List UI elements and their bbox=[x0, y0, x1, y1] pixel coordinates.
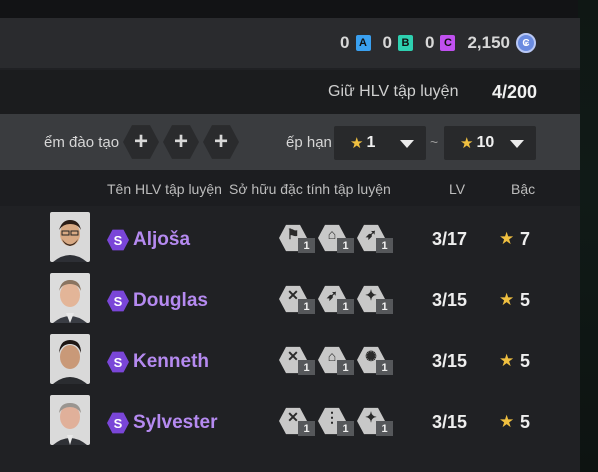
coach-level: 3/15 bbox=[432, 412, 468, 432]
trait-level: 1 bbox=[298, 238, 315, 253]
star-icon: ★ bbox=[350, 135, 364, 152]
special-badge-icon: S bbox=[107, 290, 129, 312]
avatar bbox=[50, 334, 90, 384]
boot-icon: ⚑ 1 bbox=[279, 224, 317, 254]
currency-c-value: 0 bbox=[424, 33, 435, 52]
table-header: Tên HLV tập luyện Sở hữu đặc tính tập lu… bbox=[0, 170, 580, 206]
coach-grade: 5 bbox=[520, 290, 531, 310]
special-badge-icon: S bbox=[107, 351, 129, 373]
star-icon: ★ bbox=[499, 229, 515, 248]
star-icon: ★ bbox=[499, 351, 515, 370]
currency-b-icon: B bbox=[397, 35, 413, 51]
header-grade: Bậc bbox=[511, 181, 536, 197]
star-icon: ★ bbox=[499, 412, 515, 431]
currency-c: 0 C bbox=[424, 33, 456, 53]
currency-b: 0 B bbox=[383, 33, 413, 53]
trait-level: 1 bbox=[376, 238, 393, 253]
background-edge bbox=[578, 0, 598, 472]
header-lv: LV bbox=[449, 181, 466, 197]
ball-icon: ✺ 1 bbox=[357, 346, 395, 376]
add-slot-1-button[interactable]: + bbox=[123, 125, 159, 159]
points: 2,150 ₢ bbox=[467, 33, 536, 53]
dribble-icon: ✕ 1 bbox=[279, 407, 317, 437]
range-separator: ~ bbox=[430, 134, 439, 150]
keep-coaches-count: 4/200 bbox=[492, 82, 538, 102]
special-badge-icon: S bbox=[107, 412, 129, 434]
rank-max-dropdown[interactable]: ★ 10 bbox=[444, 126, 536, 160]
kick-icon: ➶ 1 bbox=[318, 285, 356, 315]
coach-row[interactable]: S Aljoša ⚑ 1 ⌂ 1 ➶ 1 3/17 ★ 7 bbox=[0, 209, 580, 265]
chevron-down-icon bbox=[400, 140, 414, 148]
currency-a-value: 0 bbox=[340, 33, 350, 52]
trait-level: 1 bbox=[298, 421, 315, 436]
coach-name: Sylvester bbox=[133, 412, 218, 433]
rank-label: ếp hạn bbox=[286, 134, 332, 151]
coach-row[interactable]: S Douglas ✕ 1 ➶ 1 ✦ 1 3/15 ★ 5 bbox=[0, 270, 580, 326]
currency-b-value: 0 bbox=[382, 33, 392, 52]
rank-max-value: 10 bbox=[476, 134, 495, 151]
trait-level: 1 bbox=[337, 299, 354, 314]
chevron-down-icon bbox=[510, 140, 524, 148]
lock-icon: ⌂ 1 bbox=[318, 346, 356, 376]
coach-level: 3/15 bbox=[432, 351, 468, 371]
rank-min-value: 1 bbox=[366, 134, 376, 151]
coach-name: Aljoša bbox=[133, 229, 191, 250]
coach-grade: 5 bbox=[520, 351, 531, 371]
trait-level: 1 bbox=[298, 299, 315, 314]
add-slot-2-button[interactable]: + bbox=[163, 125, 199, 159]
kick-icon: ➶ 1 bbox=[357, 224, 395, 254]
coach-name: Douglas bbox=[133, 290, 208, 311]
dribble-icon: ✕ 1 bbox=[279, 346, 317, 376]
star-icon: ★ bbox=[499, 290, 515, 309]
coach-grade: 7 bbox=[520, 229, 531, 249]
avatar bbox=[50, 395, 90, 445]
filter-bar: ểm đào tạo + + + ếp hạn ★ 1 ~ ★ 10 bbox=[0, 114, 580, 170]
trait-level: 1 bbox=[337, 360, 354, 375]
coin-icon: ₢ bbox=[516, 33, 536, 53]
coach-row[interactable]: S Sylvester ✕ 1 ⋮ 1 ✦ 1 3/15 ★ 5 bbox=[0, 392, 580, 448]
trait-level: 1 bbox=[298, 360, 315, 375]
training-points-label: ểm đào tạo bbox=[44, 134, 120, 151]
currency-a-icon: A bbox=[355, 35, 371, 51]
header-name: Tên HLV tập luyện bbox=[107, 181, 222, 197]
trait-level: 1 bbox=[337, 421, 354, 436]
cones-icon: ⋮ 1 bbox=[318, 407, 356, 437]
coach-row[interactable]: S Kenneth ✕ 1 ⌂ 1 ✺ 1 3/15 ★ 5 bbox=[0, 331, 580, 387]
lock-icon: ⌂ 1 bbox=[318, 224, 356, 254]
coach-level: 3/15 bbox=[432, 290, 468, 310]
trait-level: 1 bbox=[376, 299, 393, 314]
keep-coaches-row: Giữ HLV tập luyện 4/200 bbox=[0, 70, 580, 114]
coach-grade: 5 bbox=[520, 412, 531, 432]
points-value: 2,150 bbox=[467, 33, 510, 52]
coach-name: Kenneth bbox=[133, 351, 209, 372]
coach-level: 3/17 bbox=[432, 229, 468, 249]
header-traits: Sở hữu đặc tính tập luyện bbox=[229, 181, 391, 197]
rank-min-dropdown[interactable]: ★ 1 bbox=[334, 126, 426, 160]
avatar bbox=[50, 212, 90, 262]
trait-level: 1 bbox=[376, 421, 393, 436]
currency-a: 0 A bbox=[340, 33, 371, 53]
avatar bbox=[50, 273, 90, 323]
keep-coaches-label: Giữ HLV tập luyện bbox=[328, 83, 459, 100]
trait-level: 1 bbox=[376, 360, 393, 375]
trait-level: 1 bbox=[337, 238, 354, 253]
currency-c-icon: C bbox=[440, 35, 456, 51]
runner-icon: ✦ 1 bbox=[357, 285, 395, 315]
currency-bar: 0 A 0 B 0 C 2,150 ₢ bbox=[0, 18, 580, 68]
dribble-icon: ✕ 1 bbox=[279, 285, 317, 315]
runner-icon: ✦ 1 bbox=[357, 407, 395, 437]
add-slot-3-button[interactable]: + bbox=[203, 125, 239, 159]
special-badge-icon: S bbox=[107, 229, 129, 251]
star-icon: ★ bbox=[460, 135, 474, 152]
